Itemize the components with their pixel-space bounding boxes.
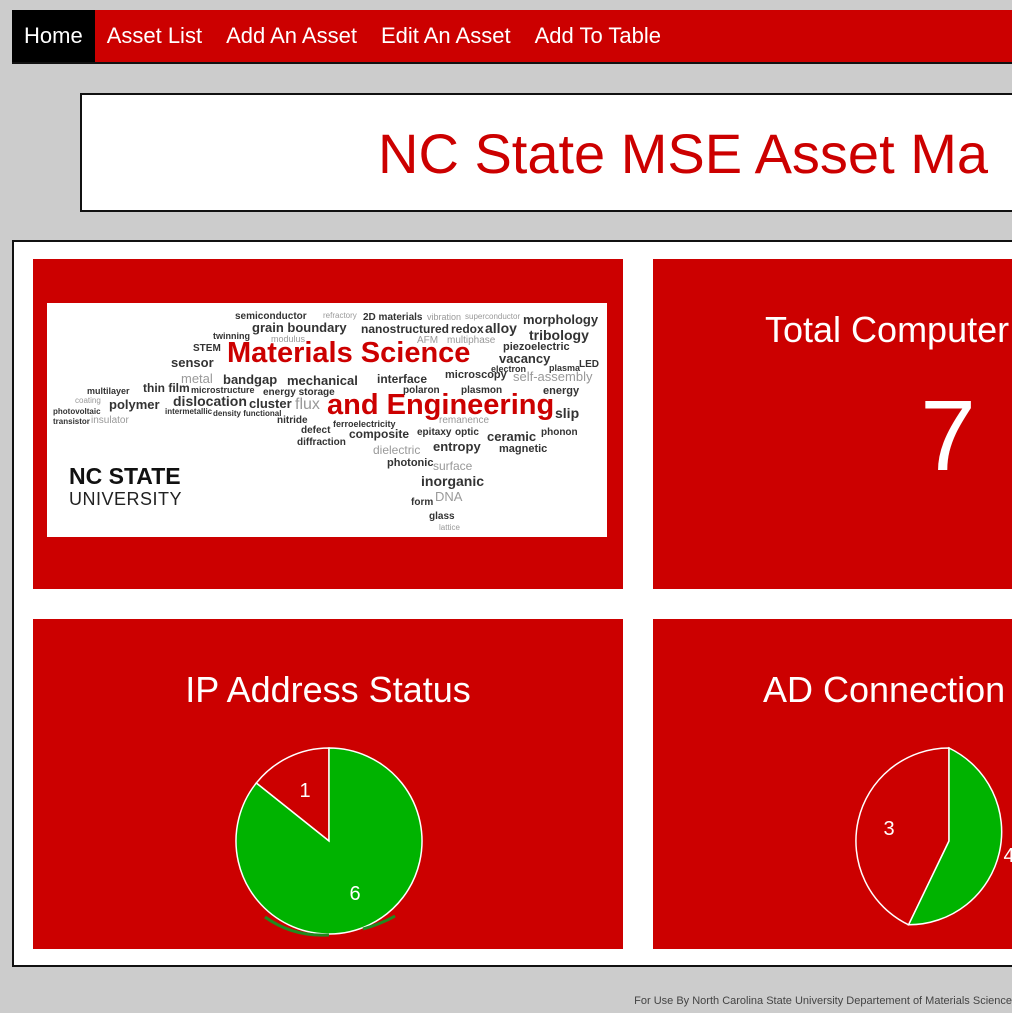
pie-label-connected: 4: [1003, 845, 1012, 867]
nav-add-to-table[interactable]: Add To Table: [523, 10, 673, 62]
word: magnetic: [499, 443, 548, 455]
word: multilayer: [87, 386, 130, 396]
word: interface: [377, 372, 428, 386]
word: insulator: [91, 415, 129, 426]
word: inorganic: [421, 473, 485, 489]
word: composite: [349, 427, 410, 441]
word: surface: [433, 459, 473, 473]
dashboard-panel: semiconductor refractory 2D materials vi…: [12, 240, 1012, 967]
university-wordmark: UNIVERSITY: [69, 489, 183, 509]
total-computers-tile: Total Computer 7: [653, 259, 1012, 589]
footer-text: For Use By North Carolina State Universi…: [634, 995, 1012, 1007]
word: mechanical: [287, 373, 358, 388]
total-computers-title: Total Computer: [765, 309, 1010, 350]
word: self-assembly: [513, 369, 593, 384]
ad-connection-pie-chart: 3 4: [855, 746, 1012, 926]
top-navbar: Home Asset List Add An Asset Edit An Ass…: [12, 10, 1012, 64]
word: remanence: [439, 415, 490, 426]
ip-status-pie-chart: 1 6: [235, 747, 423, 937]
word: glass: [429, 511, 455, 522]
word: entropy: [433, 439, 481, 454]
page-title: NC State MSE Asset Ma: [378, 122, 988, 185]
word: grain boundary: [252, 320, 347, 335]
word: transistor: [53, 417, 90, 426]
word: alloy: [485, 320, 517, 336]
word: sensor: [171, 355, 214, 370]
nav-home[interactable]: Home: [12, 10, 95, 62]
ip-status-tile: IP Address Status 1 6: [33, 619, 623, 949]
word: form: [411, 497, 434, 508]
word: microscopy: [445, 369, 507, 381]
word: flux: [295, 396, 320, 413]
word: slip: [555, 405, 580, 421]
word: vibration: [427, 312, 462, 322]
word: polymer: [109, 397, 160, 412]
nav-add-asset[interactable]: Add An Asset: [214, 10, 369, 62]
word: diffraction: [297, 437, 346, 448]
word: nanostructured: [361, 322, 450, 336]
word: dielectric: [373, 443, 421, 457]
word: refractory: [323, 311, 357, 320]
word: lattice: [439, 523, 460, 532]
word: optic: [455, 427, 479, 438]
word: morphology: [523, 312, 599, 327]
ad-connection-tile: AD Connection 3 4: [653, 619, 1012, 949]
page-header: NC State MSE Asset Ma: [80, 93, 1012, 212]
word: density functional: [213, 409, 282, 418]
word: phonon: [541, 427, 578, 438]
nav-asset-list[interactable]: Asset List: [95, 10, 214, 62]
word: redox: [451, 322, 484, 336]
word-cloud-title-1: Materials Science: [227, 337, 471, 369]
word: ceramic: [487, 429, 537, 444]
pie-label-assigned: 6: [349, 883, 360, 905]
word: STEM: [193, 343, 221, 354]
word: defect: [301, 425, 331, 436]
nav-edit-asset[interactable]: Edit An Asset: [369, 10, 523, 62]
word: epitaxy: [417, 427, 452, 438]
logo-tile: semiconductor refractory 2D materials vi…: [33, 259, 623, 589]
mse-logo-image: semiconductor refractory 2D materials vi…: [47, 303, 607, 537]
word: photonic: [387, 457, 434, 469]
word: coating: [75, 396, 101, 405]
pie-label-not-connected: 3: [883, 818, 894, 840]
word: DNA: [435, 489, 463, 504]
word: intermetallic: [165, 407, 213, 416]
pie-label-unassigned: 1: [299, 780, 310, 802]
total-computers-count: 7: [920, 380, 976, 492]
nc-state-wordmark: NC STATE: [69, 463, 181, 489]
